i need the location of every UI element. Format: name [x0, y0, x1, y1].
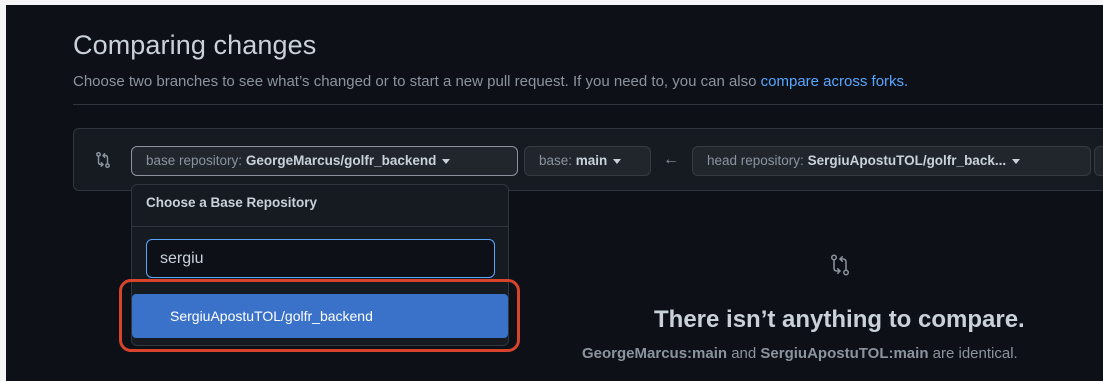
empty-state-description: GeorgeMarcus:main and SergiuApostuTOL:ma… — [582, 345, 1018, 362]
head-repository-select[interactable]: head repository: SergiuApostuTOL/golfr_b… — [692, 146, 1091, 176]
base-branch-prefix: base: — [539, 153, 576, 168]
base-repository-select[interactable]: base repository: GeorgeMarcus/golfr_back… — [131, 146, 518, 176]
head-repository-prefix: head repository: — [707, 153, 808, 168]
head-branch-select[interactable] — [1094, 146, 1103, 176]
base-branch-value: main — [575, 153, 608, 168]
desc-tail: are identical. — [928, 345, 1018, 362]
base-repository-value: GeorgeMarcus/golfr_backend — [245, 153, 437, 168]
base-ref-label: GeorgeMarcus:main — [582, 345, 728, 362]
repository-filter-input[interactable] — [146, 239, 495, 278]
desc-and: and — [727, 345, 761, 362]
head-repository-value: SergiuApostuTOL/golfr_back... — [807, 153, 1007, 168]
arrow-left-icon: ← — [663, 151, 679, 168]
compare-icon — [828, 253, 852, 282]
empty-state-title: There isn’t anything to compare. — [654, 306, 1025, 333]
page-subtitle: Choose two branches to see what’s change… — [73, 73, 908, 90]
page-title: Comparing changes — [73, 30, 317, 60]
head-ref-label: SergiuApostuTOL:main — [760, 345, 929, 362]
dropdown-header: Choose a Base Repository — [146, 195, 318, 210]
repository-option[interactable]: SergiuApostuTOL/golfr_backend — [132, 294, 508, 338]
subtitle-text: Choose two branches to see what’s change… — [73, 73, 761, 90]
chevron-down-icon — [442, 158, 451, 164]
compare-icon — [94, 151, 112, 174]
compare-across-forks-link[interactable]: compare across forks. — [761, 73, 909, 90]
chevron-down-icon — [1012, 158, 1021, 164]
base-repository-prefix: base repository: — [146, 153, 246, 168]
dropdown-divider — [132, 226, 508, 227]
base-branch-select[interactable]: base: main — [524, 146, 651, 176]
header-divider — [73, 104, 1103, 105]
chevron-down-icon — [613, 158, 622, 164]
screen: Comparing changes Choose two branches to… — [6, 5, 1103, 381]
